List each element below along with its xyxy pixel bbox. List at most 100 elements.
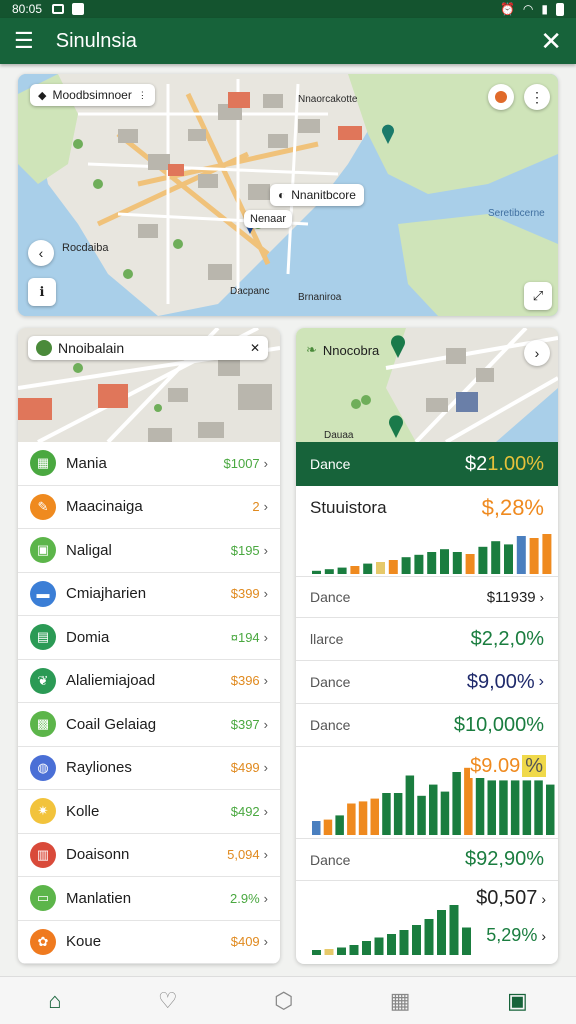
chevron-icon: ⋮ <box>137 89 147 100</box>
list-item-label: Alaliemiajoad <box>66 672 156 690</box>
chevron-right-icon: › <box>263 847 268 863</box>
chart-bottom-value-2[interactable]: 5,29% › <box>486 925 546 946</box>
list-item[interactable]: ▩ Coail Gelaiag $397 › <box>18 703 280 747</box>
leaf-icon: ❦ <box>30 667 56 694</box>
calendar-icon[interactable]: ▦ <box>390 988 411 1014</box>
chart-bar <box>452 552 462 574</box>
menu-icon[interactable]: ☰ <box>14 28 34 54</box>
list-item[interactable]: ▭ Manlatien 2.9% › <box>18 877 280 921</box>
calc-icon: ▩ <box>30 711 56 738</box>
list-item[interactable]: ✷ Kolle $492 › <box>18 790 280 834</box>
list-item-value: ¤194 <box>230 629 260 645</box>
list-item[interactable]: ▥ Doaisonn 5,094 › <box>18 834 280 877</box>
list-item[interactable]: ▣ Naligal $195 › <box>18 529 280 573</box>
stat-row-label: Dance <box>310 851 351 868</box>
chart-bar <box>349 945 359 955</box>
list-item-label: Naligal <box>66 541 112 559</box>
list-item-value: $409 <box>230 934 260 950</box>
chart-bar <box>387 934 396 955</box>
chevron-right-icon: › <box>263 760 268 776</box>
list-item[interactable]: ✎ Maacinaiga 2 › <box>18 486 280 529</box>
chart-bar <box>449 905 459 955</box>
chart-bar <box>516 536 526 574</box>
chart-bar <box>374 937 384 955</box>
bookmark-icon[interactable]: ⬡ <box>274 988 293 1014</box>
stat-row-value: $9,00% <box>466 670 535 693</box>
map-pin-chip[interactable]: Nenaar <box>244 210 293 228</box>
chevron-right-icon: › <box>263 934 268 950</box>
stat-row-value: $92,90% <box>465 848 544 870</box>
chart-bar <box>376 562 385 574</box>
chevron-right-icon: › <box>263 673 268 689</box>
location-icon: ◆ <box>38 89 47 102</box>
chart-bar <box>363 563 373 574</box>
stat-row-5[interactable]: Dance $92,90% <box>296 839 558 881</box>
stat-row-3[interactable]: Dance $9,00% › <box>296 661 558 704</box>
list-item-label: Koue <box>66 933 102 951</box>
chart-bar <box>370 798 379 835</box>
chat-icon: ▤ <box>30 624 56 651</box>
list-item[interactable]: ◍ Rayliones $499 › <box>18 747 280 790</box>
stats-header: Dance $21.00% <box>296 442 558 486</box>
left-map[interactable]: Nnoibalain ✕ <box>18 328 280 442</box>
list-item-label: Kolle <box>66 802 100 820</box>
chevron-right-icon: › <box>263 499 268 515</box>
list-item[interactable]: ▦ Mania $1007 › <box>18 442 280 486</box>
chart-bottom-value-1[interactable]: $0,507 › <box>476 887 546 910</box>
close-icon[interactable]: ✕ <box>540 28 562 54</box>
top-map[interactable]: ◆ Moodbsimnoer ⋮ ⋮ ◐ Nnanitbcore Nenaar … <box>18 74 558 316</box>
chart-bar <box>504 544 513 574</box>
right-map[interactable]: ❧ Nnocobra › Dauaa <box>296 328 558 442</box>
back-icon[interactable]: ‹ <box>28 240 54 266</box>
forward-icon[interactable]: › <box>524 340 550 366</box>
list-item[interactable]: ▬ Cmiajharien $399 › <box>18 573 280 616</box>
map-place-text: Nnanitbcore <box>291 188 356 202</box>
map-search-chip[interactable]: ◆ Moodbsimnoer ⋮ <box>30 84 155 106</box>
close-icon[interactable]: ✕ <box>250 341 260 355</box>
more-icon[interactable]: ⋮ <box>524 84 550 110</box>
home-icon[interactable]: ⌂ <box>48 988 61 1014</box>
list-item[interactable]: ▤ Domia ¤194 › <box>18 616 280 660</box>
list-item-label: Mania <box>66 454 107 472</box>
chart-bar <box>350 566 360 574</box>
app-bar: ☰ Sinulnsia ✕ <box>0 18 576 64</box>
chart-bar <box>324 949 334 955</box>
stat-row-4[interactable]: Dance $10,000% <box>296 704 558 747</box>
leaf-icon <box>36 340 52 356</box>
chart-mid-value: $9.09% <box>470 755 546 778</box>
list-item-label: Doaisonn <box>66 846 130 864</box>
wallet-icon[interactable]: ▣ <box>507 988 528 1014</box>
right-map-title: Nnocobra <box>322 342 380 358</box>
list-item[interactable]: ❦ Alaliemiajoad $396 › <box>18 660 280 703</box>
expand-icon[interactable]: ⤢ <box>524 282 552 310</box>
chevron-right-icon: › <box>263 629 268 645</box>
list-item-label: Maacinaiga <box>66 498 143 516</box>
map-label-bottom: Dacpanc <box>230 286 270 297</box>
place-icon: ◐ <box>278 188 286 202</box>
chart-bar <box>429 784 438 835</box>
chart-bar <box>475 773 485 835</box>
chart-bar <box>462 927 471 955</box>
chart-bar <box>324 569 334 574</box>
heart-icon[interactable]: ♡ <box>158 988 178 1014</box>
category-list: ▦ Mania $1007 › ✎ Maacinaiga 2 › ▣ Naligal $195 › ▬ C… <box>18 442 280 964</box>
chart-bar <box>393 793 403 835</box>
stat-row-2[interactable]: llarce $2,2,0% <box>296 618 558 661</box>
chart-bar <box>546 784 555 835</box>
info-icon[interactable]: ℹ <box>28 278 56 306</box>
chart-bar <box>401 557 411 574</box>
leaf-icon: ❧ <box>306 342 317 357</box>
left-map-chip[interactable]: Nnoibalain ✕ <box>28 336 268 360</box>
chart-bar <box>312 950 321 955</box>
chart-bar <box>522 780 532 835</box>
chart-bar <box>388 560 398 574</box>
stat-row-label: Dance <box>310 717 351 733</box>
map-place-chip[interactable]: ◐ Nnanitbcore <box>270 184 364 206</box>
chevron-right-icon: › <box>539 589 544 605</box>
list-item-label: Coail Gelaiag <box>66 715 157 733</box>
avatar[interactable] <box>488 84 514 110</box>
list-item[interactable]: ✿ Koue $409 › <box>18 921 280 964</box>
stat-row-1[interactable]: Dance $11939 › <box>296 576 558 618</box>
chart-bar <box>362 941 371 955</box>
status-time: 80:05 <box>12 2 43 16</box>
